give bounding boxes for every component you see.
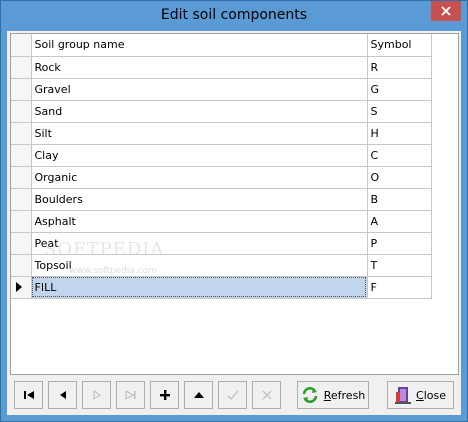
client-area: Soil group name Symbol Rock R Gravel G Sand S… bbox=[7, 31, 461, 415]
soil-symbol-cell[interactable]: C bbox=[367, 144, 432, 167]
soil-symbol-cell[interactable]: H bbox=[367, 122, 432, 145]
row-indicator[interactable] bbox=[11, 232, 32, 255]
row-indicator[interactable] bbox=[11, 276, 32, 299]
dialog-window: Edit soil components Soil group name Sym… bbox=[0, 0, 468, 422]
close-icon bbox=[441, 6, 451, 16]
refresh-icon bbox=[302, 387, 318, 403]
last-record-button[interactable] bbox=[116, 381, 145, 409]
soil-symbol-cell[interactable]: G bbox=[367, 78, 432, 101]
soil-name-cell[interactable]: Topsoil bbox=[31, 254, 368, 277]
refresh-label: Refresh bbox=[323, 388, 366, 402]
refresh-button[interactable]: Refresh bbox=[297, 381, 369, 409]
row-indicator[interactable] bbox=[11, 122, 32, 145]
next-icon bbox=[93, 390, 101, 400]
column-header-symbol[interactable]: Symbol bbox=[367, 34, 432, 57]
soil-symbol-cell[interactable]: T bbox=[367, 254, 432, 277]
grid-row[interactable]: Boulders B bbox=[11, 188, 432, 211]
row-indicator[interactable] bbox=[11, 188, 32, 211]
insert-record-button[interactable] bbox=[150, 381, 179, 409]
post-edit-button[interactable] bbox=[218, 381, 247, 409]
last-icon bbox=[125, 390, 135, 400]
row-indicator[interactable] bbox=[11, 100, 32, 123]
grid-row[interactable]: Peat P bbox=[11, 232, 432, 255]
soil-name-cell[interactable]: Sand bbox=[31, 100, 368, 123]
row-indicator[interactable] bbox=[11, 254, 32, 277]
toolbar: Refresh Close bbox=[10, 379, 459, 413]
window-title: Edit soil components bbox=[160, 7, 308, 23]
prior-icon bbox=[59, 391, 66, 399]
soil-name-cell[interactable]: Peat bbox=[31, 232, 368, 255]
soil-symbol-cell[interactable]: S bbox=[367, 100, 432, 123]
grid-row[interactable]: Topsoil T bbox=[11, 254, 432, 277]
soil-name-cell[interactable]: Clay bbox=[31, 144, 368, 167]
soil-name-cell[interactable]: Organic bbox=[31, 166, 368, 189]
soil-symbol-cell[interactable]: O bbox=[367, 166, 432, 189]
row-indicator[interactable] bbox=[11, 166, 32, 189]
checkmark-icon bbox=[227, 390, 238, 400]
soil-symbol-cell[interactable]: F bbox=[367, 276, 432, 299]
soil-symbol-cell[interactable]: A bbox=[367, 210, 432, 233]
soil-symbol-cell[interactable]: R bbox=[367, 56, 432, 79]
grid-row[interactable]: Clay C bbox=[11, 144, 432, 167]
soil-name-cell[interactable]: Asphalt bbox=[31, 210, 368, 233]
x-icon bbox=[262, 390, 271, 400]
soil-name-cell[interactable]: Silt bbox=[31, 122, 368, 145]
close-button[interactable]: Close bbox=[387, 381, 454, 409]
first-icon bbox=[23, 391, 34, 399]
door-exit-icon bbox=[395, 387, 411, 404]
grid-header-row: Soil group name Symbol bbox=[11, 34, 432, 57]
soil-grid[interactable]: Soil group name Symbol Rock R Gravel G Sand S… bbox=[10, 33, 459, 375]
soil-symbol-cell[interactable]: P bbox=[367, 232, 432, 255]
grid-row[interactable]: FILL F bbox=[11, 276, 432, 299]
plus-icon bbox=[159, 390, 170, 400]
soil-name-cell[interactable]: Gravel bbox=[31, 78, 368, 101]
grid-row[interactable]: Sand S bbox=[11, 100, 432, 123]
soil-name-cell[interactable]: Boulders bbox=[31, 188, 368, 211]
soil-name-cell[interactable]: FILL bbox=[31, 276, 368, 299]
row-indicator[interactable] bbox=[11, 56, 32, 79]
current-row-pointer-icon bbox=[16, 282, 22, 292]
grid-row[interactable]: Asphalt A bbox=[11, 210, 432, 233]
grid-row[interactable]: Rock R bbox=[11, 56, 432, 79]
row-indicator[interactable] bbox=[11, 78, 32, 101]
grid-row[interactable]: Gravel G bbox=[11, 78, 432, 101]
cancel-edit-button[interactable] bbox=[252, 381, 281, 409]
db-navigator bbox=[14, 381, 286, 411]
grid-row[interactable]: Silt H bbox=[11, 122, 432, 145]
post-up-button[interactable] bbox=[184, 381, 213, 409]
title-bar[interactable]: Edit soil components bbox=[1, 1, 467, 31]
first-record-button[interactable] bbox=[14, 381, 43, 409]
soil-symbol-cell[interactable]: B bbox=[367, 188, 432, 211]
next-record-button[interactable] bbox=[82, 381, 111, 409]
row-indicator-header bbox=[11, 34, 32, 57]
triangle-up-icon bbox=[193, 392, 204, 398]
column-header-name[interactable]: Soil group name bbox=[31, 34, 368, 57]
soil-name-cell[interactable]: Rock bbox=[31, 56, 368, 79]
row-indicator[interactable] bbox=[11, 210, 32, 233]
prior-record-button[interactable] bbox=[48, 381, 77, 409]
row-indicator[interactable] bbox=[11, 144, 32, 167]
window-close-button[interactable] bbox=[431, 1, 461, 21]
grid-row[interactable]: Organic O bbox=[11, 166, 432, 189]
close-label: Close bbox=[416, 388, 446, 402]
